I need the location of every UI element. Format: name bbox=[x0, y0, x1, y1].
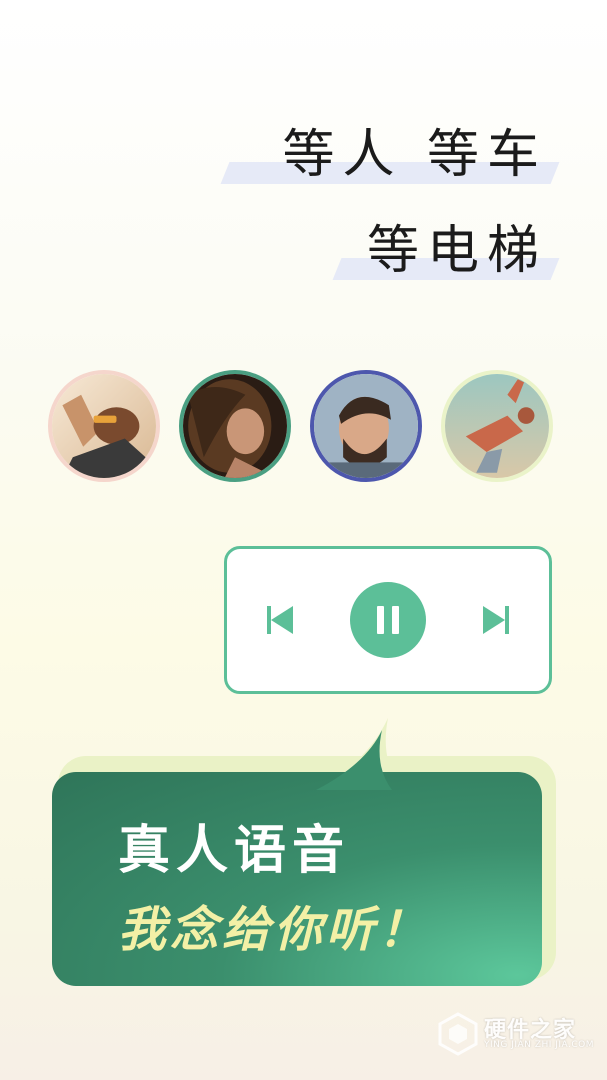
speech-bubble-tail bbox=[316, 730, 392, 790]
pause-icon bbox=[377, 606, 399, 634]
avatar-woman-curly-hair[interactable] bbox=[179, 370, 291, 482]
avatar-man-beard[interactable] bbox=[310, 370, 422, 482]
watermark-logo: 硬件之家 YING JIAN ZHI JIA.COM bbox=[438, 1008, 598, 1058]
headline-line-2: 等电梯 bbox=[366, 221, 547, 281]
pause-button[interactable] bbox=[350, 582, 426, 658]
cube-logo-icon bbox=[438, 1012, 478, 1056]
audio-player bbox=[224, 546, 552, 694]
bubble-subtitle: 我念给你听！ bbox=[118, 902, 431, 958]
avatar-man-jumping[interactable] bbox=[441, 370, 553, 482]
voice-avatar-list bbox=[48, 370, 558, 490]
skip-previous-icon[interactable] bbox=[267, 604, 295, 636]
headline-line-1: 等人 等车 bbox=[282, 125, 547, 185]
bubble-title: 真人语音 bbox=[118, 821, 351, 881]
skip-next-icon[interactable] bbox=[481, 604, 509, 636]
avatar-man-sunglasses[interactable] bbox=[48, 370, 160, 482]
headline-line-1-row: 等人 等车 bbox=[220, 120, 560, 190]
watermark-subtitle: YING JIAN ZHI JIA.COM bbox=[484, 1040, 595, 1050]
headline-line-2-row: 等电梯 bbox=[332, 216, 560, 286]
